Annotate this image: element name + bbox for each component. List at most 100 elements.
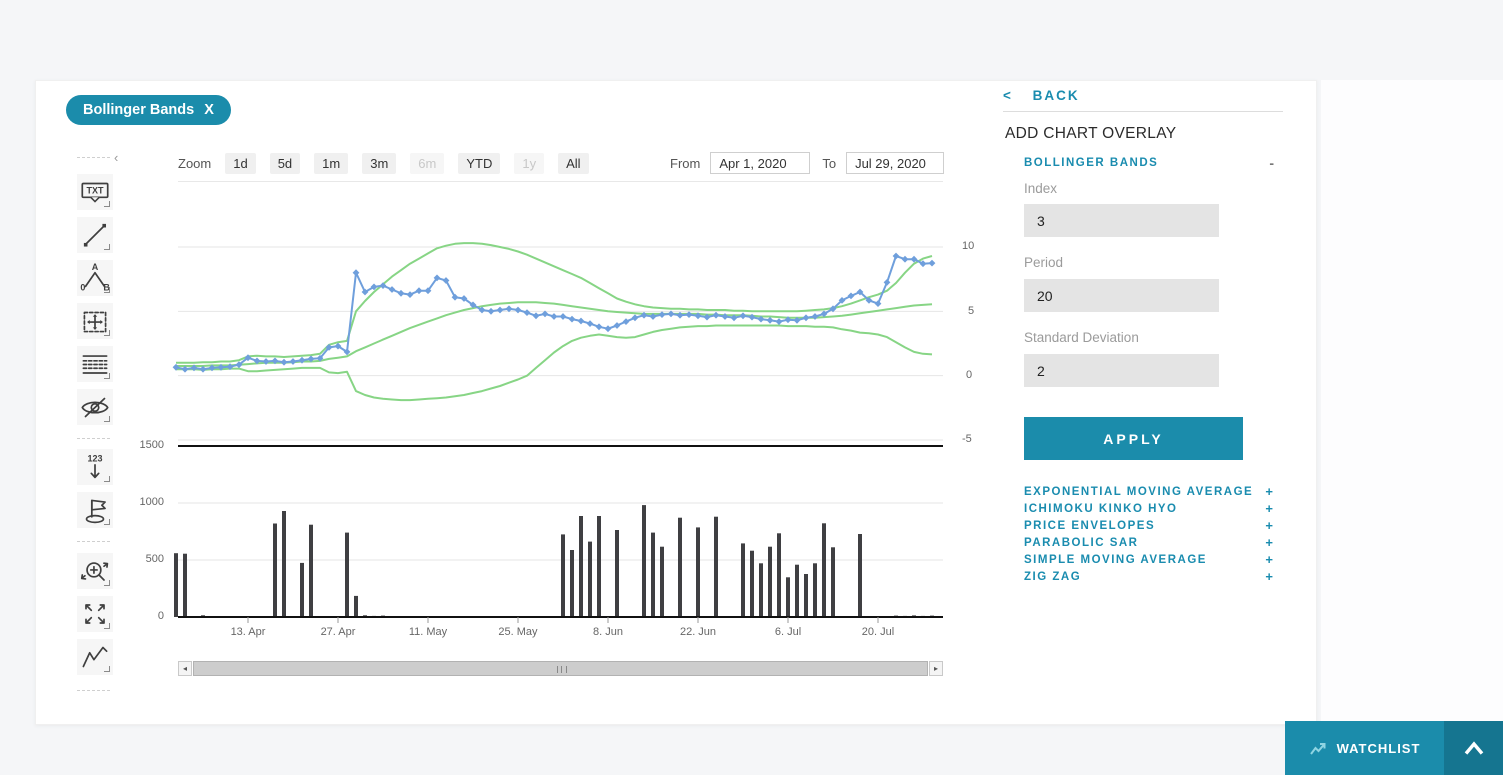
overlay-item-ichimoku[interactable]: ICHIMOKU KINKO HYO + (1024, 500, 1273, 517)
from-label: From (670, 156, 700, 171)
zoom-button-6m: 6m (410, 153, 444, 174)
panel-title: ADD CHART OVERLAY (1005, 125, 1176, 143)
expand-overlay-icon[interactable]: + (1265, 552, 1273, 567)
zoom-button-3m[interactable]: 3m (362, 153, 396, 174)
apply-button[interactable]: APPLY (1024, 417, 1243, 460)
overlay-bollinger-bands[interactable]: BOLLINGER BANDS - (1024, 155, 1274, 171)
overlay-item-price-envelopes[interactable]: PRICE ENVELOPES + (1024, 517, 1273, 534)
expand-overlay-icon[interactable]: + (1265, 484, 1273, 499)
expand-arrows-icon (86, 605, 104, 623)
from-date-input[interactable] (710, 152, 810, 174)
eye-slash-icon (82, 399, 107, 417)
volume-axis-label: 1500 (120, 439, 164, 451)
watchlist-label: WATCHLIST (1337, 741, 1421, 756)
zoom-area-tool[interactable] (77, 553, 113, 589)
scrollbar-left-arrow[interactable]: ◂ (178, 661, 192, 676)
scrollbar-grip[interactable] (557, 666, 567, 673)
x-tick-label: 8. Jun (576, 626, 640, 638)
horizontal-lines-icon (83, 356, 106, 373)
txt-bubble-icon: TXT (82, 184, 107, 202)
text-annotation-tool[interactable]: TXT (77, 174, 113, 210)
volume-axis-label: 0 (120, 610, 164, 622)
zoom-label: Zoom (178, 156, 211, 171)
index-label: Index (1024, 181, 1057, 196)
standard-deviation-field[interactable] (1024, 354, 1219, 387)
standard-deviation-label: Standard Deviation (1024, 330, 1139, 345)
zigzag-indicator-tool[interactable] (77, 639, 113, 675)
trendline-icon (84, 224, 106, 247)
zoom-button-ytd[interactable]: YTD (458, 153, 500, 174)
overlay-item-ema[interactable]: EXPONENTIAL MOVING AVERAGE + (1024, 483, 1273, 500)
watchlist-expand-button[interactable] (1444, 721, 1503, 775)
zoom-button-1m[interactable]: 1m (314, 153, 348, 174)
numeric-label-tool[interactable]: 123 (77, 449, 113, 485)
overlay-item-sma[interactable]: SIMPLE MOVING AVERAGE + (1024, 551, 1273, 568)
volume-axis-label: 500 (120, 553, 164, 565)
overlay-item-zigzag[interactable]: ZIG ZAG + (1024, 568, 1273, 585)
chart-canvas[interactable] (130, 185, 980, 640)
zoom-button-1d[interactable]: 1d (225, 153, 255, 174)
toolbar-separator (77, 438, 110, 439)
back-label: BACK (1033, 88, 1080, 103)
scrollbar-thumb[interactable] (193, 661, 928, 676)
toolbar-collapse-button[interactable]: ‹ (114, 151, 118, 164)
zoom-button-5d[interactable]: 5d (270, 153, 300, 174)
trendline-tool[interactable] (77, 217, 113, 253)
overlay-item-parabolic-sar[interactable]: PARABOLIC SAR + (1024, 534, 1273, 551)
x-tick-label: 6. Jul (756, 626, 820, 638)
flag-icon (87, 500, 106, 522)
back-button[interactable]: < BACK (1003, 88, 1283, 112)
zigzag-icon (83, 647, 106, 666)
svg-text:0: 0 (80, 283, 85, 293)
hide-indicators-tool[interactable] (77, 389, 113, 425)
toolbar-separator (77, 690, 110, 691)
price-axis-label: 5 (968, 305, 974, 317)
angle-measure-tool[interactable]: A 0 B (77, 260, 113, 296)
zoom-button-all[interactable]: All (558, 153, 588, 174)
price-axis-label: -5 (962, 433, 972, 445)
expand-overlay-icon[interactable]: + (1265, 569, 1273, 584)
collapse-overlay-button[interactable]: - (1269, 155, 1274, 171)
expand-overlay-icon[interactable]: + (1265, 518, 1273, 533)
x-tick-label: 20. Jul (846, 626, 910, 638)
price-axis-label: 10 (962, 240, 974, 252)
svg-text:123: 123 (87, 454, 102, 464)
x-tick-label: 25. May (486, 626, 550, 638)
x-tick-label: 27. Apr (306, 626, 370, 638)
period-label: Period (1024, 255, 1063, 270)
expand-overlay-icon[interactable]: + (1265, 501, 1273, 516)
price-axis-label: 0 (966, 369, 972, 381)
chip-remove-button[interactable]: X (204, 102, 214, 118)
x-tick-label: 22. Jun (666, 626, 730, 638)
zoom-preset-row: Zoom 1d 5d 1m 3m 6m YTD 1y All (178, 153, 589, 174)
selection-move-icon (84, 313, 105, 332)
x-tick-label: 11. May (396, 626, 460, 638)
zoom-area-icon (82, 563, 108, 580)
expand-overlay-icon[interactable]: + (1265, 535, 1273, 550)
horizontal-lines-tool[interactable] (77, 346, 113, 382)
date-range-row: From To (670, 152, 944, 174)
overlay-list: EXPONENTIAL MOVING AVERAGE + ICHIMOKU KI… (1024, 483, 1273, 585)
numeric-arrow-icon: 123 (87, 454, 102, 478)
index-field[interactable] (1024, 204, 1219, 237)
scrollbar-right-arrow[interactable]: ▸ (929, 661, 943, 676)
bollinger-bands-chip[interactable]: Bollinger Bands X (66, 95, 231, 125)
to-date-input[interactable] (846, 152, 944, 174)
watchlist-button[interactable]: WATCHLIST (1285, 721, 1444, 775)
x-tick-label: 13. Apr (216, 626, 280, 638)
overlay-name: BOLLINGER BANDS (1024, 157, 1158, 169)
toolbar-separator (77, 157, 110, 158)
trend-up-icon (1309, 741, 1327, 756)
selection-move-tool[interactable] (77, 303, 113, 339)
toolbar-separator (77, 541, 110, 542)
right-spacer-panel (1321, 80, 1503, 775)
to-label: To (822, 156, 836, 171)
svg-text:A: A (92, 262, 99, 272)
flag-tool[interactable] (77, 492, 113, 528)
period-field[interactable] (1024, 279, 1219, 312)
chart-header-divider (178, 181, 943, 182)
fullscreen-tool[interactable] (77, 596, 113, 632)
chip-label: Bollinger Bands (83, 102, 194, 118)
zoom-button-1y: 1y (514, 153, 544, 174)
chevron-up-icon (1461, 739, 1487, 757)
